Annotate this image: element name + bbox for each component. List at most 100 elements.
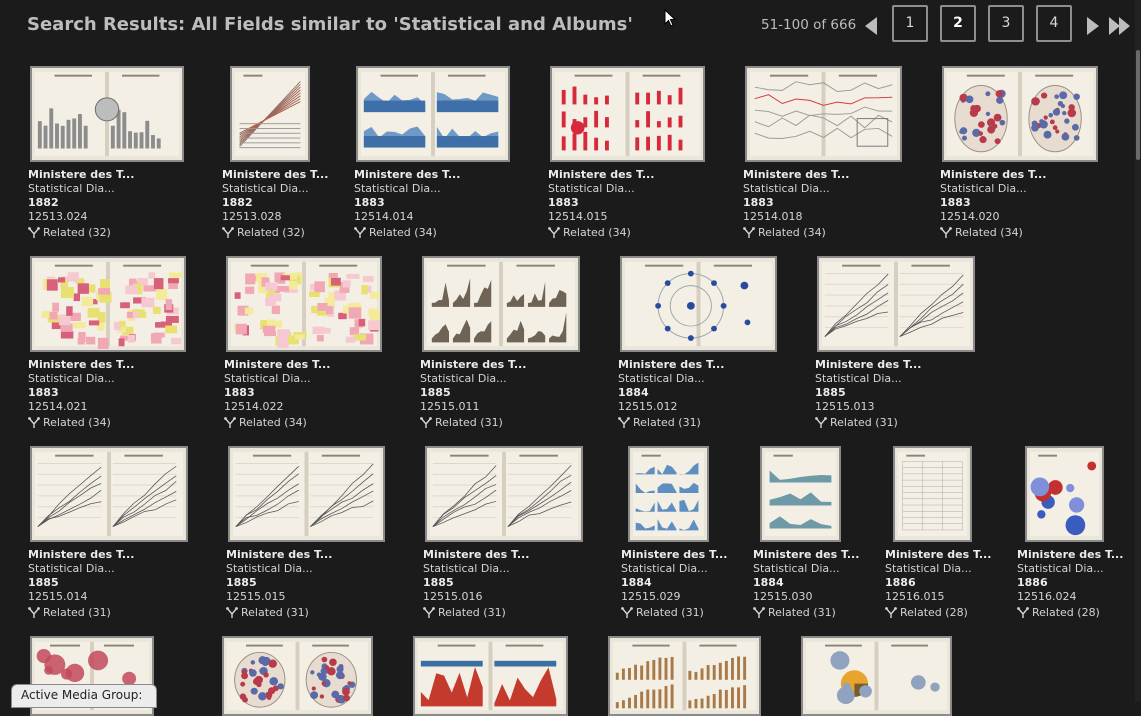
result-meta: Ministere des T... Statistical Dia... 1884… [618,358,724,430]
result-subtitle: Statistical Dia... [420,372,507,385]
result-title[interactable]: Ministere des T... [423,548,529,562]
result-thumbnail[interactable] [801,636,952,716]
result-thumbnail[interactable] [893,446,972,542]
related-link[interactable]: Related (31) [815,416,921,430]
result-title[interactable]: Ministere des T... [753,548,859,562]
result-title[interactable]: Ministere des T... [354,168,460,182]
result-thumbnail[interactable] [745,66,902,162]
result-thumbnail[interactable] [1025,446,1104,542]
related-link[interactable]: Related (34) [940,226,1046,240]
result-id: 12515.016 [423,590,483,603]
result-title[interactable]: Ministere des T... [885,548,991,562]
result-thumbnail[interactable] [228,446,385,542]
result-id: 12514.022 [224,400,284,413]
result-subtitle: Statistical Dia... [743,182,830,195]
related-icon [618,417,630,428]
related-link[interactable]: Related (28) [885,606,991,620]
result-thumbnail[interactable] [230,66,310,162]
result-id: 12514.021 [28,400,88,413]
related-label: Related (31) [830,416,898,429]
result-thumbnail[interactable] [30,66,184,162]
result-thumbnail[interactable] [760,446,841,542]
result-meta: Ministere des T... Statistical Dia... 1885… [423,548,529,620]
related-link[interactable]: Related (34) [224,416,330,430]
result-id: 12516.015 [885,590,945,603]
result-meta: Ministere des T... Statistical Dia... 1885… [815,358,921,430]
related-link[interactable]: Related (34) [28,416,134,430]
result-title[interactable]: Ministere des T... [226,548,332,562]
result-title[interactable]: Ministere des T... [28,358,134,372]
related-label: Related (31) [438,606,506,619]
result-title[interactable]: Ministere des T... [621,548,727,562]
result-title[interactable]: Ministere des T... [28,548,134,562]
scrollbar-thumb[interactable] [1136,50,1140,160]
result-year: 1885 [226,576,257,589]
related-link[interactable]: Related (28) [1017,606,1123,620]
related-link[interactable]: Related (32) [28,226,134,240]
related-label: Related (34) [369,226,437,239]
related-link[interactable]: Related (34) [354,226,460,240]
result-thumbnail[interactable] [425,446,583,542]
result-thumbnail[interactable] [628,446,709,542]
result-subtitle: Statistical Dia... [621,562,708,575]
result-id: 12515.014 [28,590,88,603]
result-title[interactable]: Ministere des T... [222,168,328,182]
related-link[interactable]: Related (31) [226,606,332,620]
related-label: Related (34) [43,416,111,429]
result-subtitle: Statistical Dia... [224,372,311,385]
result-thumbnail[interactable] [817,256,975,352]
result-thumbnail[interactable] [30,256,186,352]
result-title[interactable]: Ministere des T... [548,168,654,182]
result-meta: Ministere des T... Statistical Dia... 1886… [885,548,991,620]
result-year: 1886 [885,576,916,589]
result-thumbnail[interactable] [222,636,373,716]
result-year: 1883 [548,196,579,209]
result-year: 1882 [28,196,59,209]
related-link[interactable]: Related (31) [420,416,526,430]
result-id: 12515.029 [621,590,681,603]
related-link[interactable]: Related (31) [28,606,134,620]
related-link[interactable]: Related (31) [423,606,529,620]
related-icon [621,607,633,618]
result-thumbnail[interactable] [608,636,761,716]
result-title[interactable]: Ministere des T... [420,358,526,372]
result-title[interactable]: Ministere des T... [815,358,921,372]
result-year: 1884 [753,576,784,589]
active-media-group-tab[interactable]: Active Media Group: [11,684,157,708]
result-thumbnail[interactable] [356,66,510,162]
related-link[interactable]: Related (32) [222,226,328,240]
related-label: Related (34) [239,416,307,429]
result-subtitle: Statistical Dia... [423,562,510,575]
result-thumbnail[interactable] [620,256,777,352]
result-thumbnail[interactable] [550,66,705,162]
related-link[interactable]: Related (34) [548,226,654,240]
related-link[interactable]: Related (31) [753,606,859,620]
result-year: 1882 [222,196,253,209]
related-icon [420,417,432,428]
result-id: 12514.020 [940,210,1000,223]
result-title[interactable]: Ministere des T... [743,168,849,182]
related-link[interactable]: Related (31) [621,606,727,620]
result-subtitle: Statistical Dia... [28,182,115,195]
result-subtitle: Statistical Dia... [28,372,115,385]
result-title[interactable]: Ministere des T... [28,168,134,182]
result-id: 12514.014 [354,210,414,223]
result-subtitle: Statistical Dia... [354,182,441,195]
result-thumbnail[interactable] [30,446,188,542]
result-title[interactable]: Ministere des T... [224,358,330,372]
result-title[interactable]: Ministere des T... [1017,548,1123,562]
result-thumbnail[interactable] [422,256,580,352]
result-thumbnail[interactable] [413,636,568,716]
result-id: 12515.013 [815,400,875,413]
result-title[interactable]: Ministere des T... [940,168,1046,182]
related-link[interactable]: Related (31) [618,416,724,430]
result-thumbnail[interactable] [942,66,1098,162]
result-year: 1884 [618,386,649,399]
result-year: 1885 [815,386,846,399]
related-label: Related (31) [241,606,309,619]
result-subtitle: Statistical Dia... [815,372,902,385]
result-title[interactable]: Ministere des T... [618,358,724,372]
related-icon [548,227,560,238]
related-link[interactable]: Related (34) [743,226,849,240]
result-thumbnail[interactable] [226,256,382,352]
